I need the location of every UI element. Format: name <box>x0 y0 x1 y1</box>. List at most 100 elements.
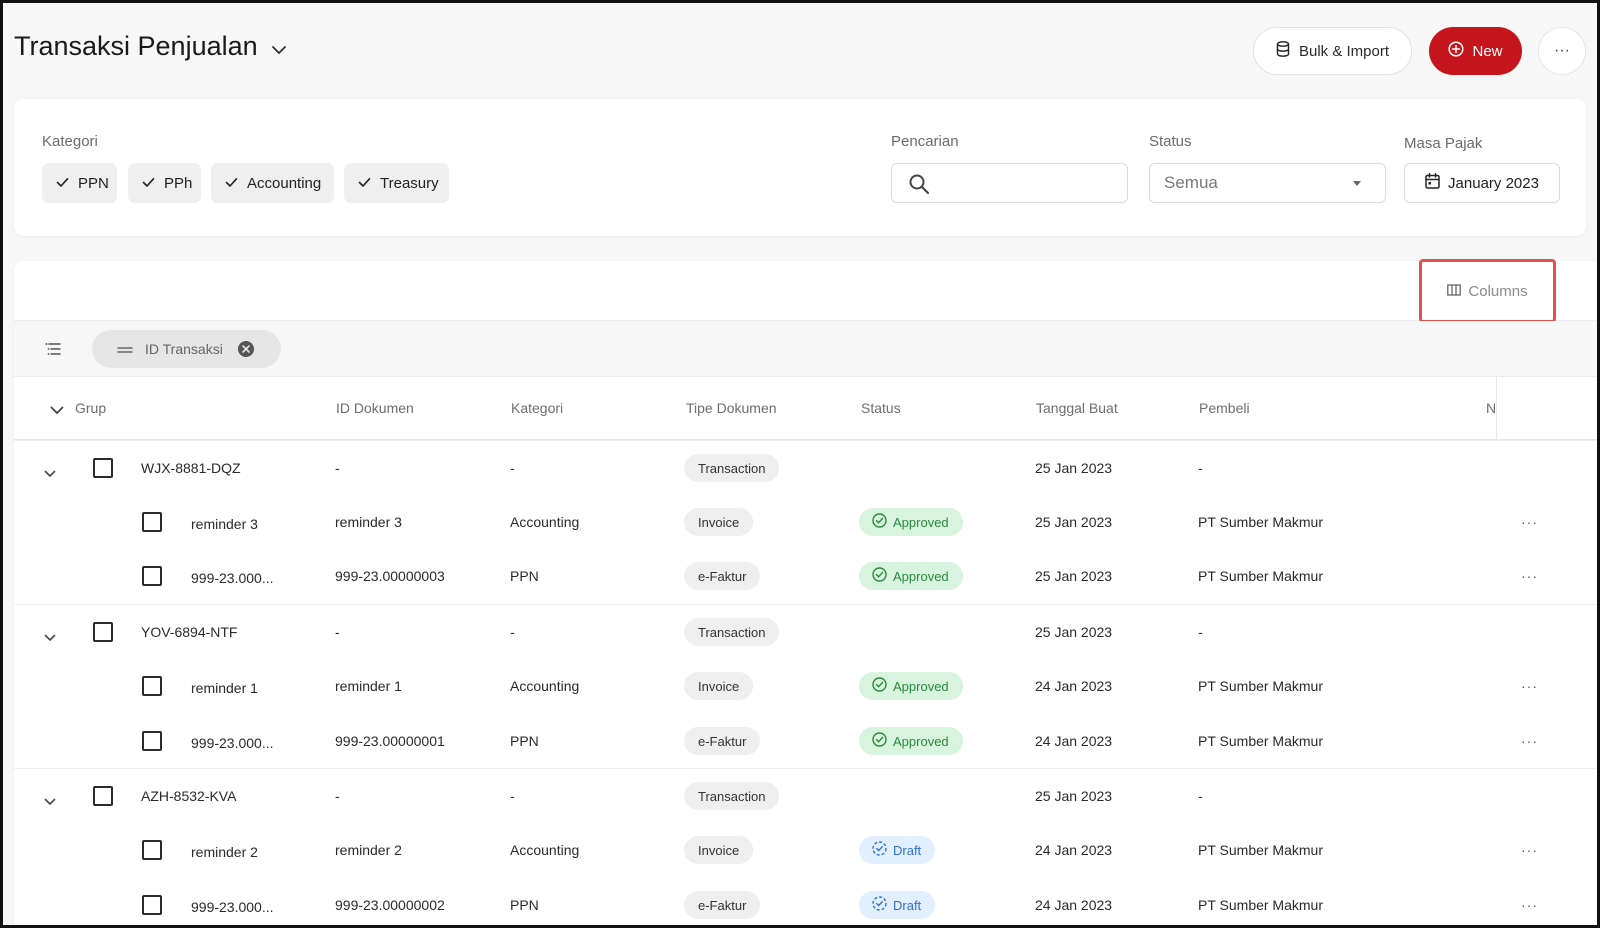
row-checkbox[interactable] <box>142 566 162 586</box>
row-checkbox[interactable] <box>142 676 162 696</box>
filter-chip-ppn[interactable]: PPN <box>42 163 117 203</box>
group-chip-id-transaksi[interactable]: ID Transaksi <box>92 330 281 368</box>
row-checkbox[interactable] <box>142 512 162 532</box>
status-select[interactable]: Semua <box>1149 163 1386 203</box>
row-checkbox[interactable] <box>142 895 162 915</box>
row-more-options-button[interactable]: ··· <box>1521 878 1538 925</box>
row-checkbox[interactable] <box>93 786 113 806</box>
document-type-tag: Invoice <box>684 508 754 536</box>
table-toolbar: Columns <box>14 259 1597 323</box>
column-header-pembeli[interactable]: Pembeli <box>1199 400 1250 416</box>
status-label: Status <box>1149 133 1192 150</box>
table-card: Columns ID Transaksi Grup ID Dokumen Kat… <box>14 259 1597 925</box>
filter-chip-treasury[interactable]: Treasury <box>344 163 449 203</box>
column-header-grup[interactable]: Grup <box>75 400 106 416</box>
group-row[interactable]: AZH-8532-KVA - - Transaction 25 Jan 2023 - <box>14 768 1597 822</box>
status-text: Approved <box>893 568 949 584</box>
chevron-down-icon[interactable] <box>44 793 60 809</box>
check-circle-icon <box>872 677 887 695</box>
cell-pembeli: PT Sumber Makmur <box>1198 568 1323 584</box>
new-button[interactable]: New <box>1429 27 1522 75</box>
cell-id-dokumen: - <box>335 460 340 476</box>
search-label: Pencarian <box>891 133 959 150</box>
column-header-kategori[interactable]: Kategori <box>511 400 563 416</box>
check-icon <box>142 175 155 192</box>
search-input[interactable] <box>891 163 1128 203</box>
document-type-tag: Transaction <box>684 782 780 810</box>
group-row[interactable]: WJX-8881-DQZ - - Transaction 25 Jan 2023 - <box>14 440 1597 494</box>
column-header-id-dokumen[interactable]: ID Dokumen <box>336 400 414 416</box>
page-header: Transaksi Penjualan Bulk & Import New ··… <box>3 3 1597 99</box>
document-type-tag: Transaction <box>684 618 780 646</box>
row-name: 999-23.000... <box>191 570 274 586</box>
cell-id-dokumen: - <box>335 624 340 640</box>
column-header-truncated[interactable]: N <box>1486 400 1496 416</box>
database-icon <box>1276 41 1290 61</box>
chevron-down-icon[interactable] <box>44 465 60 481</box>
row-checkbox[interactable] <box>93 622 113 642</box>
status-badge: Draft <box>859 836 936 864</box>
row-checkbox[interactable] <box>93 458 113 478</box>
column-header-tipe-dokumen[interactable]: Tipe Dokumen <box>686 400 777 416</box>
document-type-tag: Invoice <box>684 672 754 700</box>
row-more-options-button[interactable]: ··· <box>1521 659 1538 713</box>
masa-pajak-picker[interactable]: January 2023 <box>1404 163 1560 203</box>
bulk-import-button[interactable]: Bulk & Import <box>1253 27 1412 75</box>
list-tree-icon[interactable] <box>44 340 62 358</box>
column-header-tanggal-buat[interactable]: Tanggal Buat <box>1036 400 1118 416</box>
masa-pajak-value: January 2023 <box>1448 174 1539 192</box>
search-icon <box>908 173 930 200</box>
cell-tanggal-buat: 24 Jan 2023 <box>1035 842 1113 858</box>
chevron-down-icon[interactable] <box>268 39 290 61</box>
cell-pembeli: - <box>1198 788 1203 804</box>
row-checkbox[interactable] <box>142 840 162 860</box>
status-badge: Approved <box>859 672 963 700</box>
cell-tanggal-buat: 25 Jan 2023 <box>1035 624 1113 640</box>
columns-button[interactable]: Columns <box>1419 259 1556 323</box>
page: Transaksi Penjualan Bulk & Import New ··… <box>3 3 1597 925</box>
cell-tanggal-buat: 24 Jan 2023 <box>1035 733 1113 749</box>
caret-down-icon <box>1353 181 1361 186</box>
chevron-down-icon[interactable] <box>50 402 64 420</box>
status-badge: Approved <box>859 562 963 590</box>
filter-chip-label: Treasury <box>380 174 439 192</box>
row-checkbox[interactable] <box>142 731 162 751</box>
row-more-options-button[interactable]: ··· <box>1521 714 1538 768</box>
table-row[interactable]: reminder 1 reminder 1 Accounting Invoice App… <box>14 659 1597 713</box>
row-name: 999-23.000... <box>191 899 274 915</box>
row-more-options-button[interactable]: ··· <box>1521 495 1538 549</box>
table-header: Grup ID Dokumen Kategori Tipe Dokumen St… <box>14 377 1597 440</box>
columns-icon <box>1447 283 1462 300</box>
more-options-button[interactable]: ··· <box>1538 27 1586 75</box>
table-row[interactable]: 999-23.000... 999-23.00000003 PPN e-Faktur A… <box>14 549 1597 603</box>
chevron-down-icon[interactable] <box>44 629 60 645</box>
table-row[interactable]: 999-23.000... 999-23.00000001 PPN e-Faktur A… <box>14 714 1597 768</box>
cell-kategori: Accounting <box>510 842 580 858</box>
table-row[interactable]: 999-23.000... 999-23.00000002 PPN e-Faktur D… <box>14 878 1597 925</box>
cell-tanggal-buat: 25 Jan 2023 <box>1035 514 1113 530</box>
draft-circle-icon <box>872 896 887 914</box>
check-circle-icon <box>872 513 887 531</box>
cell-tanggal-buat: 25 Jan 2023 <box>1035 788 1113 804</box>
filter-chip-pph[interactable]: PPh <box>128 163 201 203</box>
group-by-bar: ID Transaksi <box>14 321 1597 377</box>
remove-circle-icon[interactable] <box>237 340 255 358</box>
row-name: reminder 2 <box>191 844 258 860</box>
row-more-options-button[interactable]: ··· <box>1521 549 1538 603</box>
table-row[interactable]: reminder 2 reminder 2 Accounting Invoice Dra… <box>14 823 1597 877</box>
drag-handle-icon[interactable] <box>117 341 133 357</box>
column-divider <box>1496 377 1497 440</box>
table-row[interactable]: reminder 3 reminder 3 Accounting Invoice App… <box>14 495 1597 549</box>
filter-chip-label: Accounting <box>247 174 322 192</box>
page-title[interactable]: Transaksi Penjualan <box>14 31 290 62</box>
filter-chip-accounting[interactable]: Accounting <box>211 163 334 203</box>
cell-pembeli: - <box>1198 624 1203 640</box>
status-text: Draft <box>893 842 922 858</box>
page-title-text: Transaksi Penjualan <box>14 31 258 61</box>
group-name: YOV-6894-NTF <box>141 624 238 640</box>
status-text: Approved <box>893 514 949 530</box>
row-more-options-button[interactable]: ··· <box>1521 823 1538 877</box>
column-header-status[interactable]: Status <box>861 400 901 416</box>
cell-pembeli: PT Sumber Makmur <box>1198 842 1323 858</box>
group-row[interactable]: YOV-6894-NTF - - Transaction 25 Jan 2023 - <box>14 604 1597 658</box>
